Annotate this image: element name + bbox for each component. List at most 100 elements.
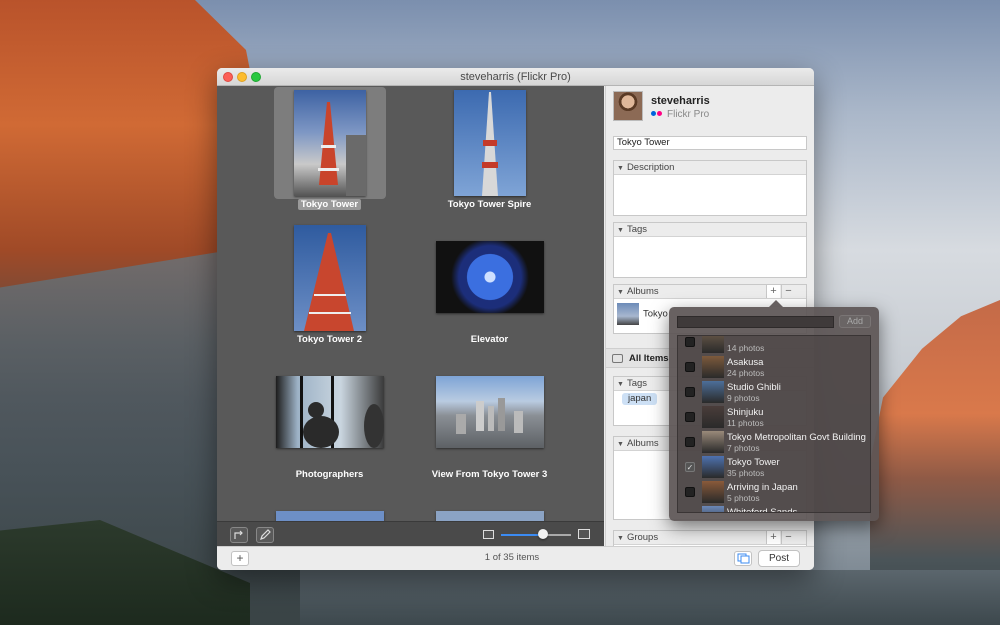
album-checkbox[interactable] [685,337,695,347]
add-group-button[interactable]: + [766,531,780,544]
item-count: 1 of 35 items [484,552,540,563]
stack-icon [612,354,623,363]
album-option[interactable]: ✓ Tokyo Tower 35 photos [678,455,870,480]
album-entry[interactable]: Tokyo [617,303,668,325]
album-photo-count: 24 photos [727,368,765,378]
album-thumbnail [702,406,724,428]
photo-caption: Tokyo Tower Spire [447,199,532,210]
album-option[interactable]: Arriving in Japan 5 photos [678,480,870,505]
album-name: Studio Ghibli [727,382,781,393]
album-thumbnail [702,431,724,453]
album-name: Whiteford Sands [727,507,798,513]
album-photo-count: 35 photos [727,468,765,478]
album-photo-count: 9 photos [727,393,760,403]
album-checkbox[interactable] [685,387,695,397]
minimize-window-button[interactable] [237,72,247,82]
photo-thumbnail[interactable] [436,241,544,313]
album-option[interactable]: Studio Ghibli 9 photos [678,380,870,405]
photo-thumbnail[interactable] [436,376,544,448]
album-checkbox[interactable] [685,487,695,497]
tags-section[interactable]: ▼ Tags [613,222,807,278]
album-list[interactable]: 14 photos Asakusa 24 photos Studio Ghibli 9 … [677,335,871,513]
account-type: Flickr Pro [651,109,709,120]
album-thumbnail [617,303,639,325]
groups-header[interactable]: ▼ Groups + − [614,531,806,545]
album-photo-count: 7 photos [727,443,760,453]
wallpaper-valley [300,570,1000,625]
add-album-submit-button[interactable]: Add [839,315,871,328]
photo-thumbnail[interactable] [294,90,366,196]
large-thumbnail-icon[interactable] [578,529,590,539]
zoom-slider-knob[interactable] [538,529,548,539]
album-name: Shinjuku [727,407,764,418]
small-thumbnail-icon[interactable] [483,530,494,539]
photo-caption: View From Tokyo Tower 3 [431,469,548,480]
disclosure-triangle-icon: ▼ [617,289,624,296]
album-option[interactable]: Tokyo Metropolitan Govt Building 7 photos [678,430,870,455]
new-album-input[interactable] [677,316,834,328]
add-to-album-popover: Add 14 photos Asakusa 24 photos Studio Ghib… [669,300,879,521]
album-photo-count: 11 photos [727,418,764,428]
album-photo-count: 14 photos [727,343,765,353]
rotate-button[interactable] [230,527,248,543]
close-window-button[interactable] [223,72,233,82]
remove-group-button[interactable]: − [781,531,795,544]
photo-caption: Tokyo Tower 2 [296,334,363,345]
description-header[interactable]: ▼ Description [614,161,806,175]
title-bar[interactable]: steveharris (Flickr Pro) [217,68,814,86]
album-checkbox[interactable] [685,412,695,422]
groups-section[interactable]: ▼ Groups + − [613,530,807,546]
photo-thumbnail-partial[interactable] [276,511,384,521]
browser-toolbar [217,521,604,546]
add-photos-button[interactable]: + [231,551,249,566]
album-name: Arriving in Japan [727,482,798,493]
disclosure-triangle-icon: ▼ [617,441,624,448]
photo-browser: Tokyo Tower Tokyo Tower Spire Tokyo Towe… [217,86,604,546]
photo-thumbnail-partial[interactable] [436,511,544,521]
photo-caption: Tokyo Tower [247,199,412,210]
share-icon[interactable] [734,551,752,566]
album-checkbox[interactable] [685,437,695,447]
remove-album-button[interactable]: − [781,285,795,298]
photo-caption: Photographers [295,469,364,480]
username: steveharris [651,95,710,107]
flickr-logo-icon [651,111,656,116]
album-option[interactable]: Shinjuku 11 photos [678,405,870,430]
photo-grid: Tokyo Tower Tokyo Tower Spire Tokyo Towe… [217,86,604,521]
edit-pencil-button[interactable] [256,527,274,543]
album-option[interactable]: Asakusa 24 photos [678,355,870,380]
description-section[interactable]: ▼ Description [613,160,807,216]
album-checkbox[interactable] [685,362,695,372]
disclosure-triangle-icon: ▼ [617,227,624,234]
photo-thumbnail[interactable] [276,376,384,448]
photo-thumbnail[interactable] [454,90,526,196]
disclosure-triangle-icon: ▼ [617,535,624,542]
album-option[interactable]: Whiteford Sands [678,505,870,513]
album-checkbox[interactable] [685,512,695,513]
photo-title-field[interactable]: Tokyo Tower [613,136,807,150]
album-name: Asakusa [727,357,764,368]
album-option[interactable]: 14 photos [678,336,870,355]
album-name: Tokyo Metropolitan Govt Building [727,432,866,443]
status-bar: + 1 of 35 items Post [217,546,814,570]
album-thumbnail [702,481,724,503]
album-checkbox[interactable]: ✓ [685,462,695,472]
photo-thumbnail[interactable] [294,225,366,331]
popover-arrow [769,300,783,307]
flickr-logo-icon [657,111,662,116]
add-album-button[interactable]: + [766,285,780,298]
albums-header[interactable]: ▼ Albums + − [614,285,806,299]
album-name: Tokyo Tower [727,457,780,468]
window-title: steveharris (Flickr Pro) [460,71,571,83]
album-thumbnail [702,356,724,378]
disclosure-triangle-icon: ▼ [617,165,624,172]
tags-header[interactable]: ▼ Tags [614,223,806,237]
avatar [613,91,643,121]
zoom-slider-fill [501,534,543,536]
photo-caption: Elevator [470,334,509,345]
album-photo-count: 5 photos [727,493,760,503]
zoom-window-button[interactable] [251,72,261,82]
post-button[interactable]: Post [758,550,800,567]
disclosure-triangle-icon: ▼ [617,381,624,388]
tag-chip[interactable]: japan [622,393,658,405]
